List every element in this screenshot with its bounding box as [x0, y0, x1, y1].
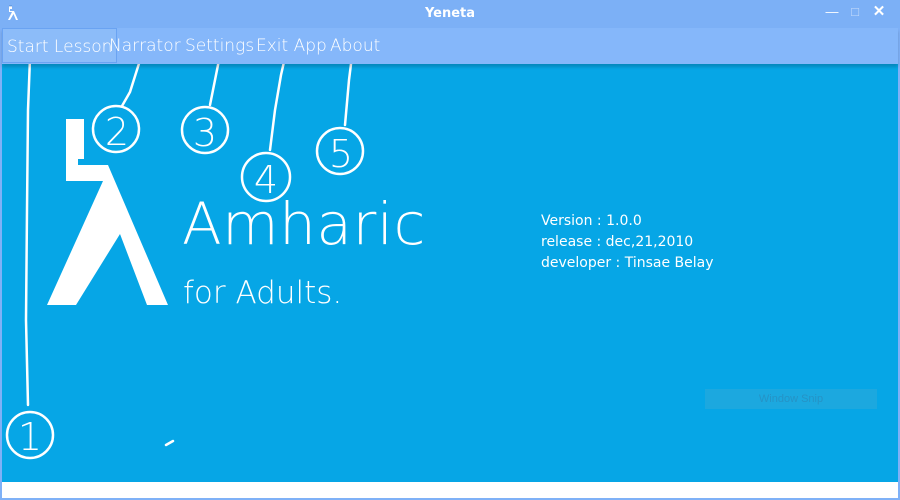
maximize-button[interactable]: □: [846, 3, 864, 19]
menu-item-about[interactable]: About: [330, 28, 380, 63]
window-snip-overlay: Window Snip: [705, 389, 877, 409]
menu-item-settings[interactable]: Settings: [185, 28, 254, 63]
menu-item-start-lesson[interactable]: Start Lesson: [2, 28, 118, 63]
minimize-button[interactable]: —: [823, 3, 841, 19]
main-content: Amharic for Adults. Version : 1.0.0 rele…: [2, 64, 898, 482]
developer-text: developer : Tinsae Belay: [541, 255, 714, 271]
title-bar[interactable]: Yeneta — □ ✕: [0, 0, 900, 28]
amharic-glyph-logo: [47, 119, 168, 305]
menu-item-narrator[interactable]: Narrator: [109, 28, 181, 63]
menu-bar: Start Lesson Narrator Settings Exit App …: [2, 28, 898, 64]
release-text: release : dec,21,2010: [541, 234, 694, 250]
version-text: Version : 1.0.0: [541, 213, 642, 229]
window-title: Yeneta: [424, 6, 476, 21]
app-window: Yeneta — □ ✕ Start Lesson Narrator Setti…: [0, 0, 900, 500]
app-subtitle: for Adults.: [183, 275, 343, 311]
app-title: Amharic: [182, 190, 426, 258]
close-button[interactable]: ✕: [870, 3, 888, 20]
bottom-border: [2, 482, 898, 498]
menu-item-exit-app[interactable]: Exit App: [256, 28, 327, 63]
